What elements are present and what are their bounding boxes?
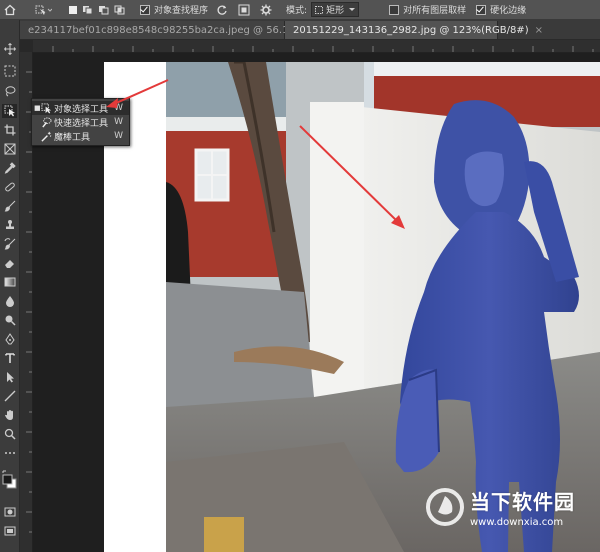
eyedropper-tool-icon[interactable]	[2, 161, 17, 175]
sample-all-layers-checkbox[interactable]: 对所有图层取样	[389, 0, 466, 19]
rectangle-icon	[315, 5, 324, 14]
eraser-tool-icon[interactable]	[2, 256, 17, 270]
intersect-selection-icon[interactable]	[114, 0, 126, 19]
tool-preset-icon[interactable]	[34, 0, 52, 19]
crop-tool-icon[interactable]	[2, 123, 17, 137]
more-tools-icon[interactable]	[2, 446, 17, 460]
object-finder-checkbox[interactable]: 对象查找程序	[140, 0, 208, 19]
magic-wand-icon	[40, 130, 52, 142]
move-tool-icon[interactable]	[2, 42, 17, 56]
quick-mask-icon[interactable]	[2, 505, 17, 519]
shortcut-key: W	[114, 103, 123, 113]
harden-edge-checkbox[interactable]: 硬化边缘	[476, 0, 526, 19]
document-canvas[interactable]	[104, 62, 600, 552]
watermark-title: 当下软件园	[470, 490, 575, 514]
refresh-icon[interactable]	[216, 0, 228, 19]
menu-item-quick-selection[interactable]: 快速选择工具 W	[32, 115, 129, 129]
object-selection-tool-icon[interactable]	[2, 104, 17, 118]
screen-mode-icon[interactable]	[2, 524, 17, 538]
menu-item-magic-wand[interactable]: 魔棒工具 W	[32, 129, 129, 143]
lasso-tool-icon[interactable]	[2, 84, 17, 98]
harden-edge-label: 硬化边缘	[490, 6, 527, 16]
options-bar: 对象查找程序 模式: 矩形 对所有图层取样 硬化边缘	[0, 0, 600, 20]
blur-tool-icon[interactable]	[2, 294, 17, 308]
close-icon[interactable]: ×	[535, 25, 543, 36]
add-selection-icon[interactable]	[82, 0, 94, 19]
dodge-tool-icon[interactable]	[2, 313, 17, 327]
tab-document-2[interactable]: 20151229_143136_2982.jpg @ 123%(RGB/8#) …	[285, 21, 543, 39]
shortcut-key: W	[114, 117, 123, 127]
horizontal-ruler	[33, 40, 600, 53]
healing-brush-tool-icon[interactable]	[2, 180, 17, 194]
home-icon[interactable]	[4, 0, 16, 19]
watermark-logo-icon	[426, 488, 464, 526]
document-tabs: e234117bef01c898e8548c98255ba2ca.jpeg @ …	[20, 20, 600, 40]
object-selection-icon	[40, 102, 52, 114]
tools-panel	[0, 20, 20, 552]
pen-tool-icon[interactable]	[2, 332, 17, 346]
tab-title: 20151229_143136_2982.jpg @ 123%(RGB/8#)	[293, 24, 529, 36]
stamp-tool-icon[interactable]	[2, 218, 17, 232]
menu-item-label: 对象选择工具	[54, 104, 109, 115]
gradient-tool-icon[interactable]	[2, 275, 17, 289]
mode-label: 模式:	[286, 6, 308, 16]
sample-all-layers-label: 对所有图层取样	[403, 6, 467, 16]
object-finder-label: 对象查找程序	[154, 6, 209, 16]
quick-selection-icon	[40, 116, 52, 128]
tab-document-1[interactable]: e234117bef01c898e8548c98255ba2ca.jpeg @ …	[20, 21, 360, 39]
tool-flyout-menu: ■ 对象选择工具 W 快速选择工具 W 魔棒工具 W	[31, 98, 130, 146]
shortcut-key: W	[114, 131, 123, 141]
show-all-objects-icon[interactable]	[238, 0, 250, 19]
type-tool-icon[interactable]	[2, 351, 17, 365]
color-swatches[interactable]	[2, 468, 17, 494]
marquee-tool-icon[interactable]	[2, 64, 17, 78]
subtract-selection-icon[interactable]	[98, 0, 110, 19]
history-brush-tool-icon[interactable]	[2, 237, 17, 251]
menu-item-object-selection[interactable]: ■ 对象选择工具 W	[32, 101, 129, 115]
frame-tool-icon[interactable]	[2, 142, 17, 156]
menu-item-label: 魔棒工具	[54, 132, 91, 143]
path-selection-tool-icon[interactable]	[2, 370, 17, 384]
line-tool-icon[interactable]	[2, 389, 17, 403]
new-selection-icon[interactable]	[68, 0, 78, 19]
mode-value: 矩形	[326, 6, 345, 16]
menu-item-label: 快速选择工具	[54, 118, 109, 129]
photo	[104, 62, 600, 552]
brush-tool-icon[interactable]	[2, 199, 17, 213]
watermark-url: www.downxia.com	[470, 517, 564, 528]
zoom-tool-icon[interactable]	[2, 427, 17, 441]
watermark: 当下软件园 www.downxia.com	[424, 486, 575, 528]
hand-tool-icon[interactable]	[2, 408, 17, 422]
mode-select[interactable]: 矩形	[311, 0, 360, 19]
gear-icon[interactable]	[260, 0, 272, 19]
